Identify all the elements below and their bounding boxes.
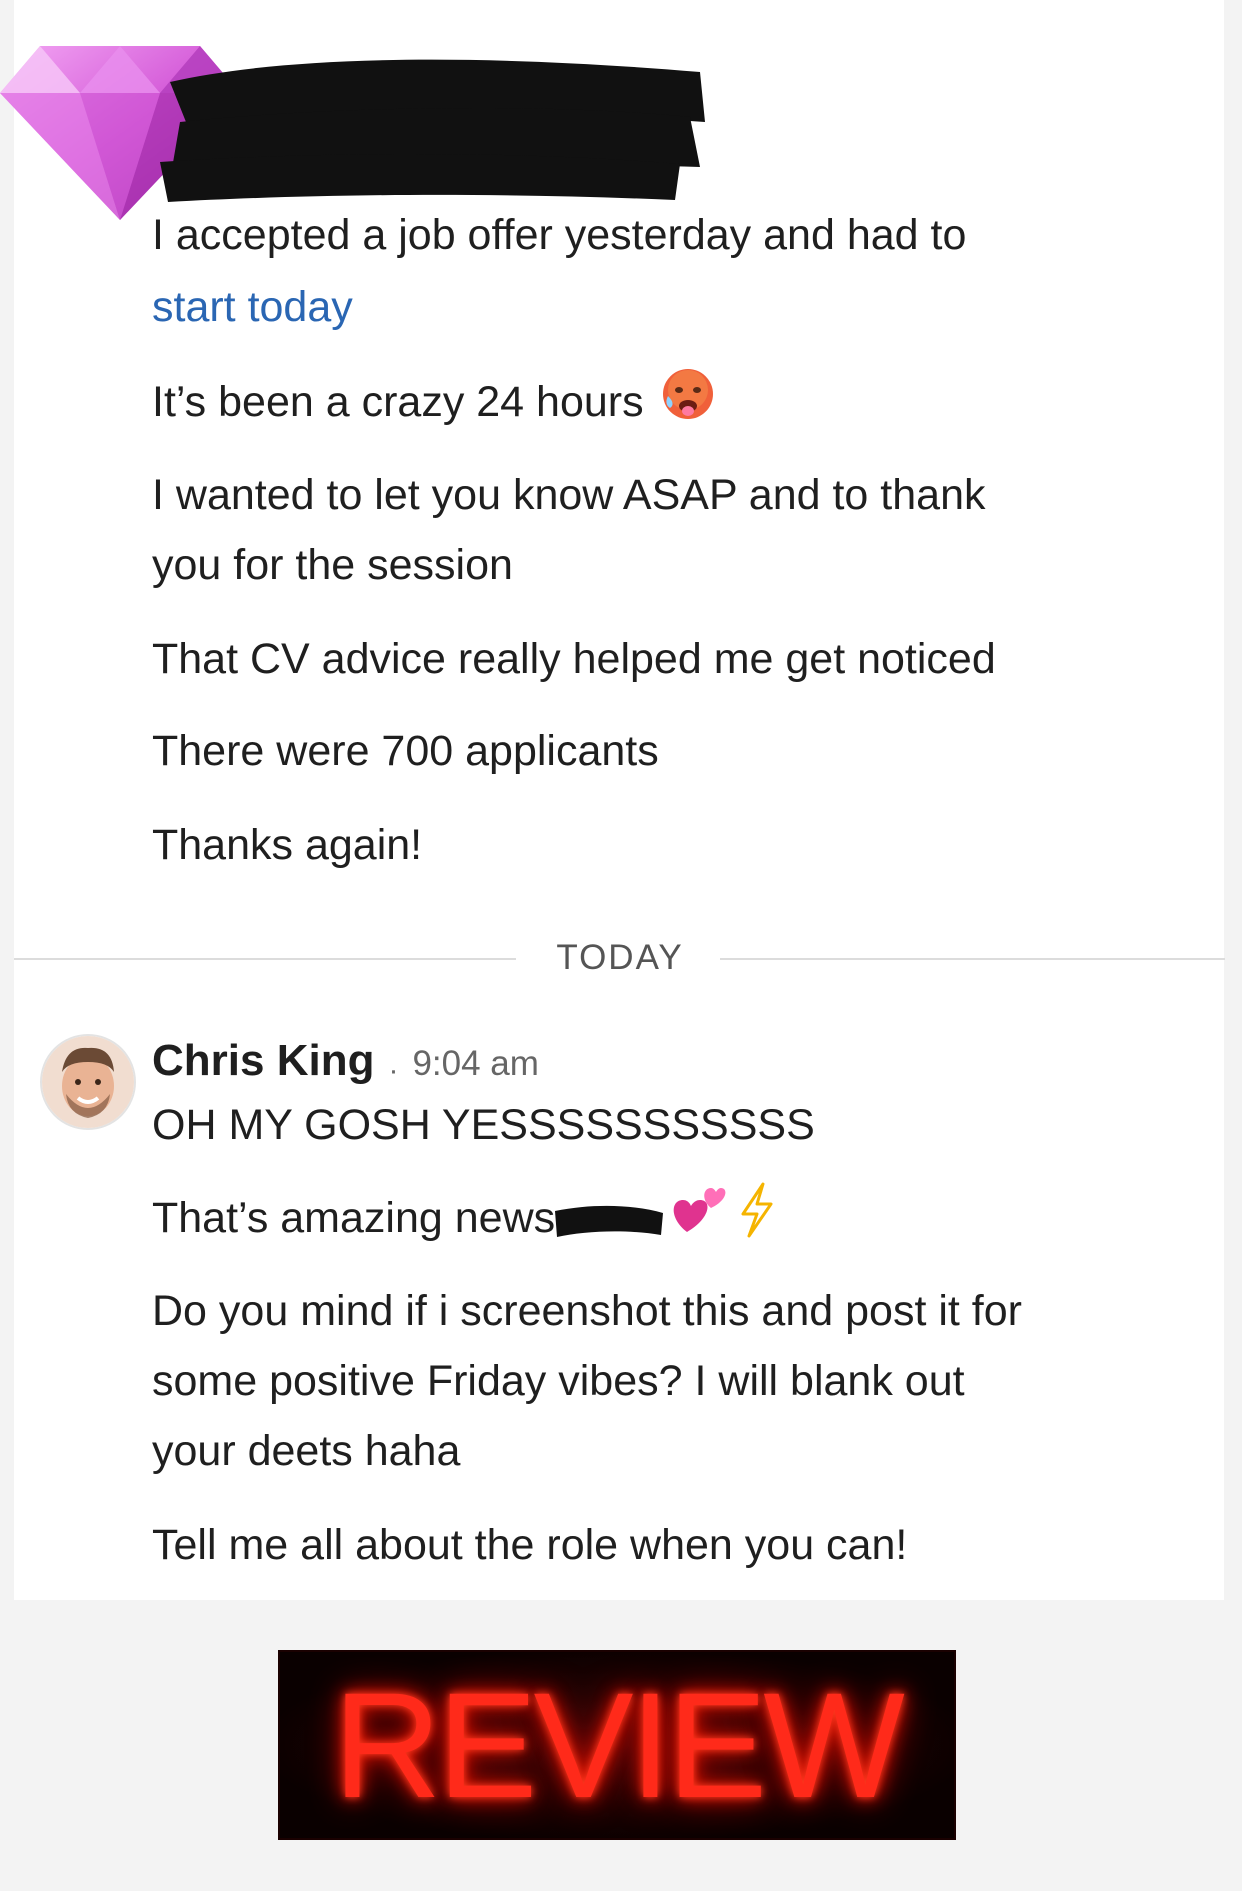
two-hearts-emoji-icon [667,1182,727,1259]
message-line: Tell me all about the role when you can! [152,1521,908,1569]
review-banner-text: REVIEW [333,1661,905,1829]
redacted-name [160,59,705,202]
message-line: Do you mind if i screenshot this and pos… [152,1287,1022,1335]
person-avatar-icon [42,1036,134,1128]
message-line: It’s been a crazy 24 hours [152,366,716,443]
sender-name[interactable]: Chris King [152,1036,374,1085]
message-line: some positive Friday vibes? I will blank… [152,1357,965,1405]
avatar[interactable] [40,1034,136,1130]
redaction-scribble [555,1205,664,1237]
message-line: Thanks again! [152,821,423,869]
review-banner: REVIEW [278,1650,956,1840]
message-line: I wanted to let you know ASAP and to tha… [152,471,986,519]
divider-right [720,958,1225,960]
divider-left [14,958,516,960]
separator-dot: · [388,1053,399,1087]
message-line: your deets haha [152,1427,461,1475]
message-line: I accepted a job offer yesterday and had… [152,211,967,259]
message-line: That’s amazing news [152,1182,777,1259]
lightning-emoji-icon [737,1182,777,1259]
hot-face-emoji-icon [660,366,716,443]
message-line: you for the session [152,541,513,589]
message-line: That CV advice really helped me get noti… [152,635,996,683]
message-timestamp: 9:04 am [412,1044,539,1083]
start-today-link[interactable]: start today [152,283,353,331]
message-line: There were 700 applicants [152,727,659,775]
date-separator: TODAY [556,938,684,977]
message-line: OH MY GOSH YESSSSSSSSSSS [152,1101,815,1149]
message-line-link[interactable]: start today [152,272,353,342]
